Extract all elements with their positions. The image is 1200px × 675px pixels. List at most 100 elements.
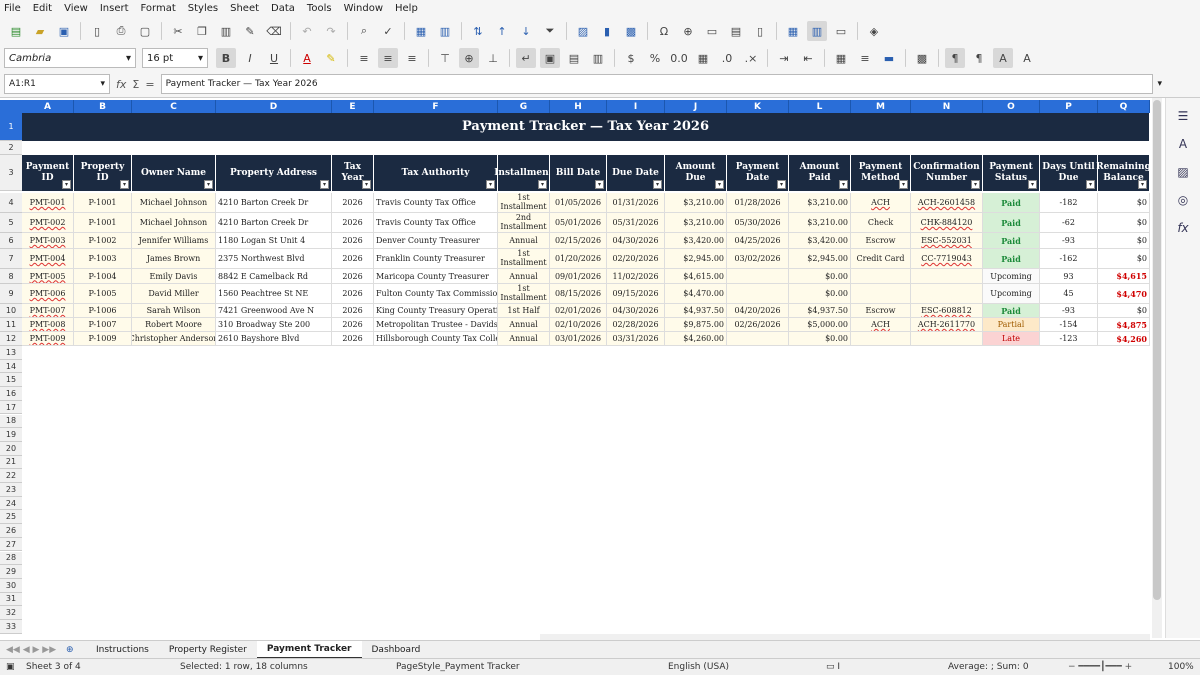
- split-window-icon[interactable]: ▥: [807, 21, 827, 41]
- cell-n6[interactable]: ESC-552031: [911, 233, 983, 249]
- cell-o4[interactable]: Paid: [983, 193, 1040, 213]
- cell-j5[interactable]: $3,210.00: [665, 213, 727, 233]
- cell-l12[interactable]: $0.00: [789, 332, 851, 346]
- cell-e10[interactable]: 2026: [332, 304, 374, 318]
- left-to-right-icon[interactable]: ¶: [945, 48, 965, 68]
- properties-icon[interactable]: ☰: [1173, 106, 1193, 126]
- conditional-format-icon[interactable]: ▩: [912, 48, 932, 68]
- cell-p11[interactable]: -154: [1040, 318, 1098, 332]
- cell-e4[interactable]: 2026: [332, 193, 374, 213]
- cell-l10[interactable]: $4,937.50: [789, 304, 851, 318]
- sort-ascending-icon[interactable]: ↑: [492, 21, 512, 41]
- row-header-23[interactable]: 23: [0, 483, 22, 497]
- cell-g11[interactable]: Annual: [498, 318, 550, 332]
- cell-h9[interactable]: 08/15/2026: [550, 284, 607, 304]
- cell-d4[interactable]: 4210 Barton Creek Dr: [216, 193, 332, 213]
- column-header-b[interactable]: B: [74, 100, 132, 113]
- cell-h11[interactable]: 02/10/2026: [550, 318, 607, 332]
- center-vertically-icon[interactable]: ⊕: [459, 48, 479, 68]
- column-header-k[interactable]: K: [727, 100, 789, 113]
- cell-o8[interactable]: Upcoming: [983, 269, 1040, 284]
- cell-f4[interactable]: Travis County Tax Office: [374, 193, 498, 213]
- cell-a9[interactable]: PMT-006: [22, 284, 74, 304]
- column-header-n[interactable]: N: [911, 100, 983, 113]
- name-box[interactable]: A1:R1 ▾: [4, 74, 110, 94]
- cell-d9[interactable]: 1560 Peachtree St NE: [216, 284, 332, 304]
- cell-k12[interactable]: [727, 332, 789, 346]
- formula-input[interactable]: Payment Tracker — Tax Year 2026: [160, 74, 1154, 94]
- cell-n7[interactable]: CC-7719043: [911, 249, 983, 269]
- menu-item-styles[interactable]: Styles: [188, 3, 218, 14]
- cell-h6[interactable]: 02/15/2026: [550, 233, 607, 249]
- cell-b12[interactable]: P-1009: [74, 332, 132, 346]
- cell-o11[interactable]: Partial: [983, 318, 1040, 332]
- cell-o10[interactable]: Paid: [983, 304, 1040, 318]
- cell-b4[interactable]: P-1001: [74, 193, 132, 213]
- cell-k4[interactable]: 01/28/2026: [727, 193, 789, 213]
- increase-indent-icon[interactable]: ⇥: [774, 48, 794, 68]
- gallery-icon[interactable]: ▨: [1173, 162, 1193, 182]
- cell-j11[interactable]: $9,875.00: [665, 318, 727, 332]
- cell-i10[interactable]: 04/30/2026: [607, 304, 665, 318]
- cell-q12[interactable]: $4,260: [1098, 332, 1150, 346]
- clone-formatting-icon[interactable]: ✎: [240, 21, 260, 41]
- row-header-30[interactable]: 30: [0, 578, 22, 593]
- text-vertical-icon[interactable]: A: [1017, 48, 1037, 68]
- define-print-area-icon[interactable]: ▯: [750, 21, 770, 41]
- cell-c8[interactable]: Emily Davis: [132, 269, 216, 284]
- row-header-33[interactable]: 33: [0, 620, 22, 634]
- paste-icon[interactable]: ▥: [216, 21, 236, 41]
- cell-k10[interactable]: 04/20/2026: [727, 304, 789, 318]
- row-header-6[interactable]: 6: [0, 233, 22, 249]
- image-icon[interactable]: ▨: [573, 21, 593, 41]
- decrease-indent-icon[interactable]: ⇤: [798, 48, 818, 68]
- row-header-14[interactable]: 14: [0, 359, 22, 374]
- cell-m6[interactable]: Escrow: [851, 233, 911, 249]
- merge-cells-icon[interactable]: ▤: [564, 48, 584, 68]
- cell-o7[interactable]: Paid: [983, 249, 1040, 269]
- cell-g8[interactable]: Annual: [498, 269, 550, 284]
- vertical-scrollbar[interactable]: [1152, 98, 1162, 638]
- align-center-icon[interactable]: ≡: [378, 48, 398, 68]
- cell-l6[interactable]: $3,420.00: [789, 233, 851, 249]
- row-header-16[interactable]: 16: [0, 387, 22, 401]
- cell-p12[interactable]: -123: [1040, 332, 1098, 346]
- cell-a11[interactable]: PMT-008: [22, 318, 74, 332]
- autofilter-dropdown-icon[interactable]: ▾: [1028, 180, 1037, 189]
- border-color-icon[interactable]: ▬: [879, 48, 899, 68]
- styles-icon[interactable]: A: [1173, 134, 1193, 154]
- new-icon[interactable]: ▤: [6, 21, 26, 41]
- cell-h10[interactable]: 02/01/2026: [550, 304, 607, 318]
- cell-p4[interactable]: -182: [1040, 193, 1098, 213]
- navigator-icon[interactable]: ◎: [1173, 190, 1193, 210]
- column-header-i[interactable]: I: [607, 100, 665, 113]
- cell-j10[interactable]: $4,937.50: [665, 304, 727, 318]
- cell-h4[interactable]: 01/05/2026: [550, 193, 607, 213]
- highlight-color-icon[interactable]: ✎: [321, 48, 341, 68]
- column-header-j[interactable]: J: [665, 100, 727, 113]
- redo-icon[interactable]: ↷: [321, 21, 341, 41]
- row-header-2[interactable]: 2: [0, 141, 22, 155]
- border-style-icon[interactable]: ≡: [855, 48, 875, 68]
- underline-icon[interactable]: U: [264, 48, 284, 68]
- cell-c5[interactable]: Michael Johnson: [132, 213, 216, 233]
- tab-dashboard[interactable]: Dashboard: [362, 641, 431, 659]
- shapes-icon[interactable]: ◈: [864, 21, 884, 41]
- show-draw-functions-icon[interactable]: ▭: [831, 21, 851, 41]
- row-header-15[interactable]: 15: [0, 373, 22, 388]
- cell-j12[interactable]: $4,260.00: [665, 332, 727, 346]
- cell-l9[interactable]: $0.00: [789, 284, 851, 304]
- borders-icon[interactable]: ▦: [831, 48, 851, 68]
- cell-i12[interactable]: 03/31/2026: [607, 332, 665, 346]
- autofilter-dropdown-icon[interactable]: ▾: [62, 180, 71, 189]
- menu-item-window[interactable]: Window: [344, 3, 383, 14]
- row-header-7[interactable]: 7: [0, 249, 22, 269]
- cell-l11[interactable]: $5,000.00: [789, 318, 851, 332]
- column-header-l[interactable]: L: [789, 100, 851, 113]
- right-to-left-icon[interactable]: ¶: [969, 48, 989, 68]
- cell-n10[interactable]: ESC-608812: [911, 304, 983, 318]
- cell-e5[interactable]: 2026: [332, 213, 374, 233]
- menu-item-tools[interactable]: Tools: [307, 3, 332, 14]
- row-header-29[interactable]: 29: [0, 565, 22, 579]
- align-bottom-icon[interactable]: ⊥: [483, 48, 503, 68]
